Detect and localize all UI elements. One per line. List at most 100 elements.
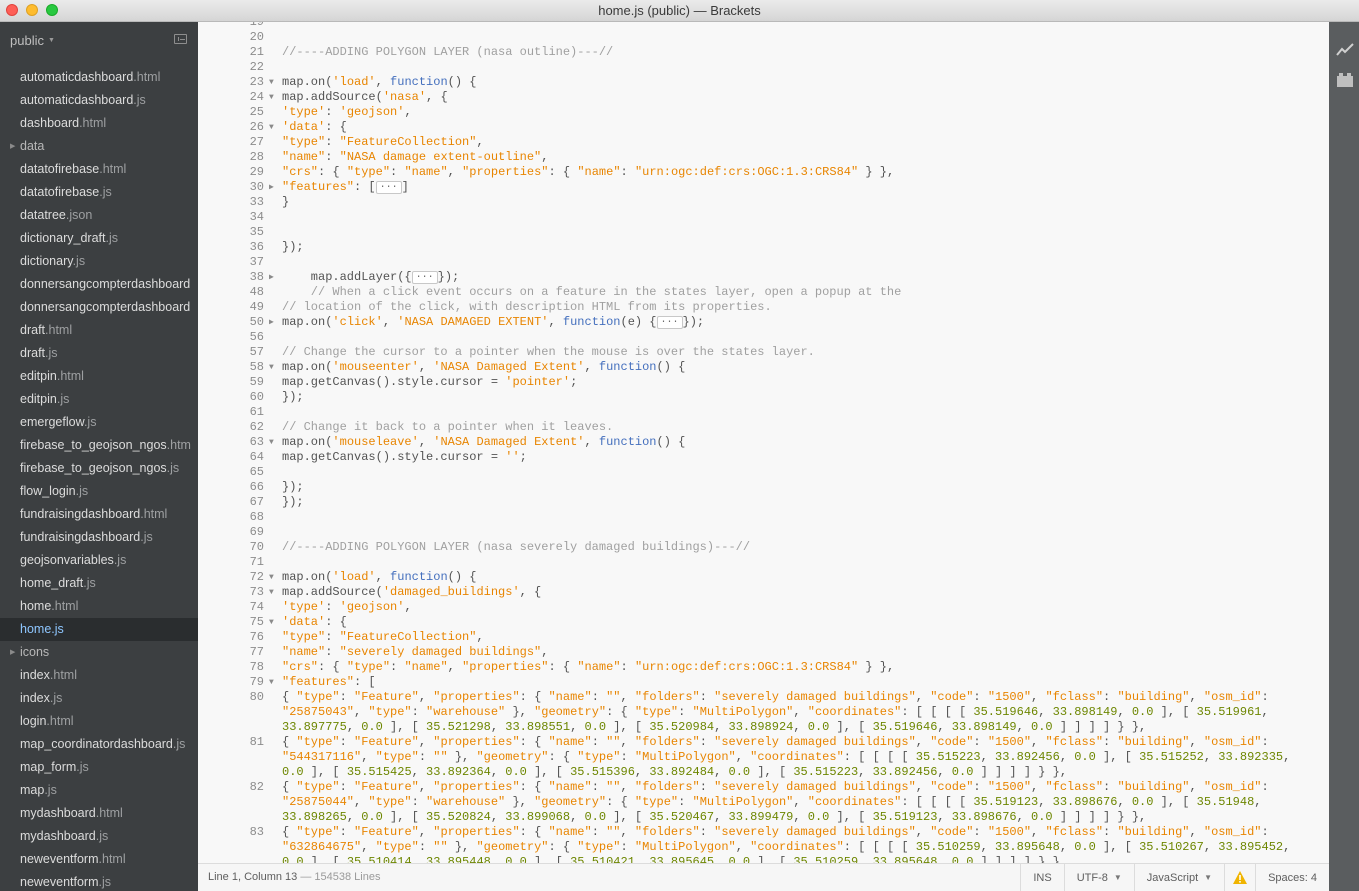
code-line[interactable]: 72 ▼ map.on('load', function() { <box>198 570 1329 585</box>
code-line[interactable]: 36}); <box>198 240 1329 255</box>
code-line[interactable]: "632864675", "type": "" }, "geometry": {… <box>198 840 1329 855</box>
code-line[interactable]: "25875044", "type": "warehouse" }, "geom… <box>198 795 1329 810</box>
code-line[interactable]: 81 { "type": "Feature", "properties": { "… <box>198 735 1329 750</box>
code-line[interactable]: 25 'type': 'geojson', <box>198 105 1329 120</box>
code-line[interactable]: 61 <box>198 405 1329 420</box>
code-line[interactable]: 19 <box>198 22 1329 30</box>
file-item[interactable]: datatofirebase.js <box>0 181 198 204</box>
file-item[interactable]: index.js <box>0 687 198 710</box>
code-line[interactable]: 30 ▶ "features": [···] <box>198 180 1329 195</box>
code-line[interactable]: 66}); <box>198 480 1329 495</box>
file-item[interactable]: geojsonvariables.js <box>0 549 198 572</box>
code-line[interactable]: 70 //----ADDING POLYGON LAYER (nasa sever… <box>198 540 1329 555</box>
file-item[interactable]: emergeflow.js <box>0 411 198 434</box>
code-line[interactable]: 65 <box>198 465 1329 480</box>
file-item[interactable]: draft.html <box>0 319 198 342</box>
code-line[interactable]: "544317116", "type": "" }, "geometry": {… <box>198 750 1329 765</box>
file-item[interactable]: dictionary.js <box>0 250 198 273</box>
code-line[interactable]: 0.0 ], [ 35.515425, 33.892364, 0.0 ], [ … <box>198 765 1329 780</box>
code-line[interactable]: 82 { "type": "Feature", "properties": { "… <box>198 780 1329 795</box>
code-line[interactable]: 73 ▼ map.addSource('damaged_buildings', { <box>198 585 1329 600</box>
file-item[interactable]: automaticdashboard.js <box>0 89 198 112</box>
code-line[interactable]: 22 <box>198 60 1329 75</box>
code-line[interactable]: 83 { "type": "Feature", "properties": { "… <box>198 825 1329 840</box>
code-line[interactable]: 80 { "type": "Feature", "properties": { "… <box>198 690 1329 705</box>
folder-expand-icon[interactable]: ▶ <box>10 641 15 664</box>
file-item[interactable]: neweventform.html <box>0 848 198 871</box>
split-view-icon[interactable] <box>174 34 187 44</box>
code-line[interactable]: 76 "type": "FeatureCollection", <box>198 630 1329 645</box>
fold-expand-icon[interactable]: ▶ <box>269 180 274 195</box>
file-item[interactable]: mydashboard.js <box>0 825 198 848</box>
fold-collapse-icon[interactable]: ▼ <box>269 585 274 600</box>
code-line[interactable]: 0.0 ], [ 35.510414, 33.895448, 0.0 ], [ … <box>198 855 1329 863</box>
code-line[interactable]: 33.897775, 0.0 ], [ 35.521298, 33.898551… <box>198 720 1329 735</box>
file-item[interactable]: firebase_to_geojson_ngos.js <box>0 457 198 480</box>
fold-collapse-icon[interactable]: ▼ <box>269 570 274 585</box>
encoding-select[interactable]: UTF-8 ▼ <box>1063 864 1134 891</box>
project-dropdown[interactable]: public ▼ <box>0 22 198 58</box>
code-line[interactable]: 71 <box>198 555 1329 570</box>
code-line[interactable]: 26 ▼ 'data': { <box>198 120 1329 135</box>
file-item[interactable]: map.js <box>0 779 198 802</box>
file-item[interactable]: fundraisingdashboard.js <box>0 526 198 549</box>
extension-manager-icon[interactable] <box>1336 72 1354 88</box>
file-item[interactable]: home.html <box>0 595 198 618</box>
fold-collapse-icon[interactable]: ▼ <box>269 675 274 690</box>
file-item[interactable]: firebase_to_geojson_ngos.htm <box>0 434 198 457</box>
file-item[interactable]: datatofirebase.html <box>0 158 198 181</box>
file-item[interactable]: dashboard.html <box>0 112 198 135</box>
file-item[interactable]: automaticdashboard.html <box>0 66 198 89</box>
folder-item[interactable]: ▶ data <box>0 135 198 158</box>
file-item[interactable]: donnersangcompterdashboard <box>0 296 198 319</box>
code-line[interactable]: 50 ▶ map.on('click', 'NASA DAMAGED EXTENT'… <box>198 315 1329 330</box>
code-line[interactable]: 62 // Change it back to a pointer when it… <box>198 420 1329 435</box>
cursor-position[interactable]: Line 1, Column 13 — 154538 Lines <box>208 871 380 883</box>
file-item[interactable]: login.html <box>0 710 198 733</box>
fold-collapse-icon[interactable]: ▼ <box>269 615 274 630</box>
live-preview-icon[interactable] <box>1336 42 1354 58</box>
file-item[interactable]: datatree.json <box>0 204 198 227</box>
code-line[interactable]: 69 <box>198 525 1329 540</box>
fold-collapse-icon[interactable]: ▼ <box>269 90 274 105</box>
code-line[interactable]: 21 //----ADDING POLYGON LAYER (nasa outli… <box>198 45 1329 60</box>
code-line[interactable]: 58 ▼ map.on('mouseenter', 'NASA Damaged Ex… <box>198 360 1329 375</box>
code-line[interactable]: 34 <box>198 210 1329 225</box>
code-line[interactable]: 78 "crs": { "type": "name", "properties":… <box>198 660 1329 675</box>
code-line[interactable]: 79 ▼ "features": [ <box>198 675 1329 690</box>
file-item[interactable]: map_form.js <box>0 756 198 779</box>
code-line[interactable]: 24 ▼ map.addSource('nasa', { <box>198 90 1329 105</box>
code-line[interactable]: 38 ▶ map.addLayer({···}); <box>198 270 1329 285</box>
code-line[interactable]: 57 // Change the cursor to a pointer when… <box>198 345 1329 360</box>
file-item[interactable]: index.html <box>0 664 198 687</box>
linter-status[interactable] <box>1224 864 1255 891</box>
file-item[interactable]: mydashboard.html <box>0 802 198 825</box>
code-line[interactable]: 48 // When a click event occurs on a fea… <box>198 285 1329 300</box>
code-line[interactable]: 60}); <box>198 390 1329 405</box>
code-line[interactable]: "25875043", "type": "warehouse" }, "geom… <box>198 705 1329 720</box>
insert-mode-toggle[interactable]: INS <box>1020 864 1063 891</box>
code-line[interactable]: 23 ▼ map.on('load', function() { <box>198 75 1329 90</box>
language-select[interactable]: JavaScript ▼ <box>1133 864 1224 891</box>
code-line[interactable]: 67}); <box>198 495 1329 510</box>
code-line[interactable]: 20 <box>198 30 1329 45</box>
code-line[interactable]: 64 map.getCanvas().style.cursor = ''; <box>198 450 1329 465</box>
code-line[interactable]: 63 ▼ map.on('mouseleave', 'NASA Damaged Ex… <box>198 435 1329 450</box>
file-item[interactable]: home.js <box>0 618 198 641</box>
minimize-window-button[interactable] <box>26 4 38 16</box>
file-item[interactable]: neweventform.js <box>0 871 198 891</box>
file-item[interactable]: donnersangcompterdashboard <box>0 273 198 296</box>
fold-collapse-icon[interactable]: ▼ <box>269 75 274 90</box>
file-item[interactable]: map_coordinatordashboard.js <box>0 733 198 756</box>
code-line[interactable]: 49 // location of the click, with descrip… <box>198 300 1329 315</box>
code-line[interactable]: 68 <box>198 510 1329 525</box>
file-item[interactable]: fundraisingdashboard.html <box>0 503 198 526</box>
file-item[interactable]: flow_login.js <box>0 480 198 503</box>
folder-item[interactable]: ▶ icons <box>0 641 198 664</box>
indent-setting[interactable]: Spaces: 4 <box>1255 864 1329 891</box>
code-line[interactable]: 33.898265, 0.0 ], [ 35.520824, 33.899068… <box>198 810 1329 825</box>
fold-collapse-icon[interactable]: ▼ <box>269 435 274 450</box>
fold-expand-icon[interactable]: ▶ <box>269 270 274 285</box>
code-line[interactable]: 77 "name": "severely damaged buildings", <box>198 645 1329 660</box>
code-line[interactable]: 56 <box>198 330 1329 345</box>
